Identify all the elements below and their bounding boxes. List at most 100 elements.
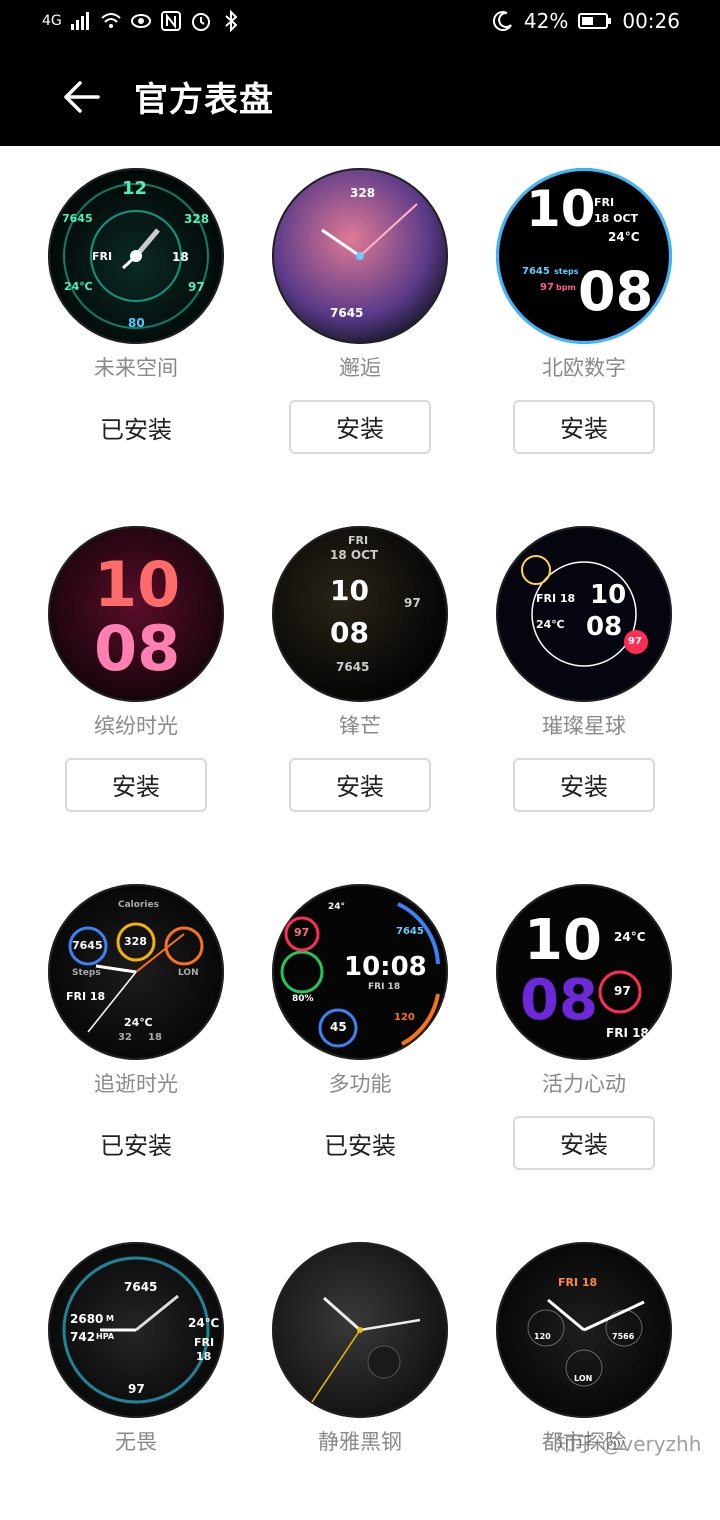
face-text: 7645: [336, 660, 370, 674]
bluetooth-icon: [220, 9, 242, 33]
watch-face-preview[interactable]: Calories 7645 328 Steps LON FRI 18 24℃ 3…: [48, 884, 224, 1060]
watch-face-preview[interactable]: FRI 18 OCT 10 08 97 7645: [272, 526, 448, 702]
status-bar: 4G 42% 00:26: [0, 0, 720, 44]
status-right: 42% 00:26: [492, 9, 680, 33]
face-text: 328: [124, 935, 147, 948]
wifi-icon: [100, 10, 122, 32]
face-text: 08: [330, 616, 369, 649]
face-text: FRI: [594, 196, 615, 209]
face-text: 7645: [330, 306, 364, 320]
face-text: FRI 18: [536, 592, 576, 605]
face-text: 45: [330, 1020, 347, 1034]
installed-label: 已安装: [100, 1132, 172, 1160]
face-text: 08: [520, 968, 598, 1033]
face-text: 18: [172, 250, 189, 264]
face-text: 10: [590, 580, 627, 610]
face-text: 7645: [522, 266, 550, 277]
network-label: 4G: [42, 13, 62, 29]
face-text: bpm: [556, 283, 576, 292]
watch-face-preview[interactable]: 10 FRI 18 OCT 24°C 7645 steps 97 bpm 08: [496, 168, 672, 344]
installed-label: 已安装: [324, 1132, 396, 1160]
face-name: 锋芒: [339, 714, 381, 738]
face-text: 24℃: [64, 280, 93, 293]
face-text: 24°C: [614, 930, 646, 944]
install-button[interactable]: 安装: [289, 400, 431, 454]
face-text: 7645: [62, 212, 93, 225]
watch-face-preview[interactable]: 12 FRI 328 18 97 80 7645 24℃: [48, 168, 224, 344]
page-title: 官方表盘: [134, 80, 274, 120]
face-text: 2680: [70, 1312, 104, 1326]
face-text: 97: [188, 280, 205, 294]
face-text: 10: [524, 908, 602, 973]
watch-face-card[interactable]: FRI 18 120 7566 LON 都市探险: [472, 1220, 696, 1520]
face-text: 18 OCT: [594, 212, 639, 225]
face-text: 24℃: [188, 1316, 220, 1330]
face-text: 7645: [72, 939, 103, 952]
face-text: 18 OCT: [330, 548, 379, 562]
watch-face-preview[interactable]: FRI 18 10 24℃ 08 97: [496, 526, 672, 702]
face-text: 18: [196, 1350, 212, 1363]
watch-face-preview[interactable]: 328 7645: [272, 168, 448, 344]
app-bar: 官方表盘: [0, 44, 720, 146]
face-text: 97: [540, 282, 554, 293]
face-text: LON: [574, 1374, 593, 1383]
watch-face-card[interactable]: 10 24°C 08 97 FRI 18 活力心动 安装: [472, 862, 696, 1170]
watch-face-card[interactable]: 10 FRI 18 OCT 24°C 7645 steps 97 bpm 08 …: [472, 146, 696, 454]
watch-face-preview[interactable]: 7645 2680 M 742 HPA 24℃ FRI 18 97: [48, 1242, 224, 1418]
face-text: 18: [148, 1032, 162, 1043]
watch-face-card[interactable]: 328 7645 邂逅 安装: [248, 146, 472, 454]
face-text: 08: [578, 260, 654, 323]
install-button[interactable]: 安装: [289, 758, 431, 812]
battery-percent: 42%: [523, 9, 569, 33]
watch-face-card[interactable]: 24° 7645 97 10:08 FRI 18 80% 45 120 多功能 …: [248, 862, 472, 1162]
watch-face-card[interactable]: Calories 7645 328 Steps LON FRI 18 24℃ 3…: [24, 862, 248, 1162]
watch-face-card[interactable]: 10 08 缤纷时光 安装: [24, 504, 248, 812]
battery-icon: [578, 10, 612, 32]
face-text: 12: [122, 178, 148, 199]
face-text: 08: [586, 612, 623, 642]
face-text: 24℃: [124, 1016, 153, 1029]
face-name: 未来空间: [94, 356, 178, 380]
watch-face-card[interactable]: FRI 18 10 24℃ 08 97 璀璨星球 安装: [472, 504, 696, 812]
watch-face-card[interactable]: 7645 2680 M 742 HPA 24℃ FRI 18 97 无畏: [24, 1220, 248, 1520]
eye-icon: [130, 10, 152, 32]
nfc-icon: [160, 10, 182, 32]
watermark: 知乎 @veryzhh: [555, 1432, 702, 1456]
face-text: 24°: [328, 902, 346, 912]
install-button[interactable]: 安装: [65, 758, 207, 812]
watch-face-preview[interactable]: FRI 18 120 7566 LON: [496, 1242, 672, 1418]
watch-face-card[interactable]: 12 FRI 328 18 97 80 7645 24℃ 未来空间 已安装: [24, 146, 248, 446]
face-text: 10: [526, 180, 596, 238]
face-text: FRI 18: [368, 982, 401, 992]
install-button[interactable]: 安装: [513, 1116, 655, 1170]
face-text: 120: [534, 1332, 551, 1341]
face-text: FRI 18: [66, 990, 106, 1003]
watch-face-preview[interactable]: 10 08: [48, 526, 224, 702]
face-text: 80%: [292, 994, 314, 1004]
face-name: 璀璨星球: [542, 714, 626, 738]
face-text: 328: [350, 186, 376, 200]
face-text: 120: [394, 1012, 415, 1023]
watch-face-card[interactable]: FRI 18 OCT 10 08 97 7645 锋芒 安装: [248, 504, 472, 812]
face-text: 10:08: [344, 952, 427, 982]
watch-face-preview[interactable]: [272, 1242, 448, 1418]
watch-face-preview[interactable]: 10 24°C 08 97 FRI 18: [496, 884, 672, 1060]
watch-face-grid: 12 FRI 328 18 97 80 7645 24℃ 未来空间 已安装 32…: [0, 146, 720, 1469]
face-text: Calories: [118, 900, 159, 910]
clock: 00:26: [622, 9, 680, 33]
watch-face-preview[interactable]: 24° 7645 97 10:08 FRI 18 80% 45 120: [272, 884, 448, 1060]
install-button[interactable]: 安装: [513, 758, 655, 812]
watch-face-card[interactable]: 静雅黑钢: [248, 1220, 472, 1520]
face-text: 32: [118, 1032, 132, 1043]
face-name: 北欧数字: [542, 356, 626, 380]
install-button[interactable]: 安装: [513, 400, 655, 454]
face-text: FRI: [194, 1336, 215, 1349]
back-arrow-icon[interactable]: [58, 74, 104, 120]
face-name: 无畏: [115, 1430, 157, 1454]
face-text: 742: [70, 1330, 96, 1344]
face-text: 80: [128, 316, 145, 330]
face-text: 10: [330, 574, 369, 607]
face-text: LON: [178, 968, 199, 978]
signal-icon: [70, 10, 92, 32]
face-text: FRI: [348, 534, 369, 547]
